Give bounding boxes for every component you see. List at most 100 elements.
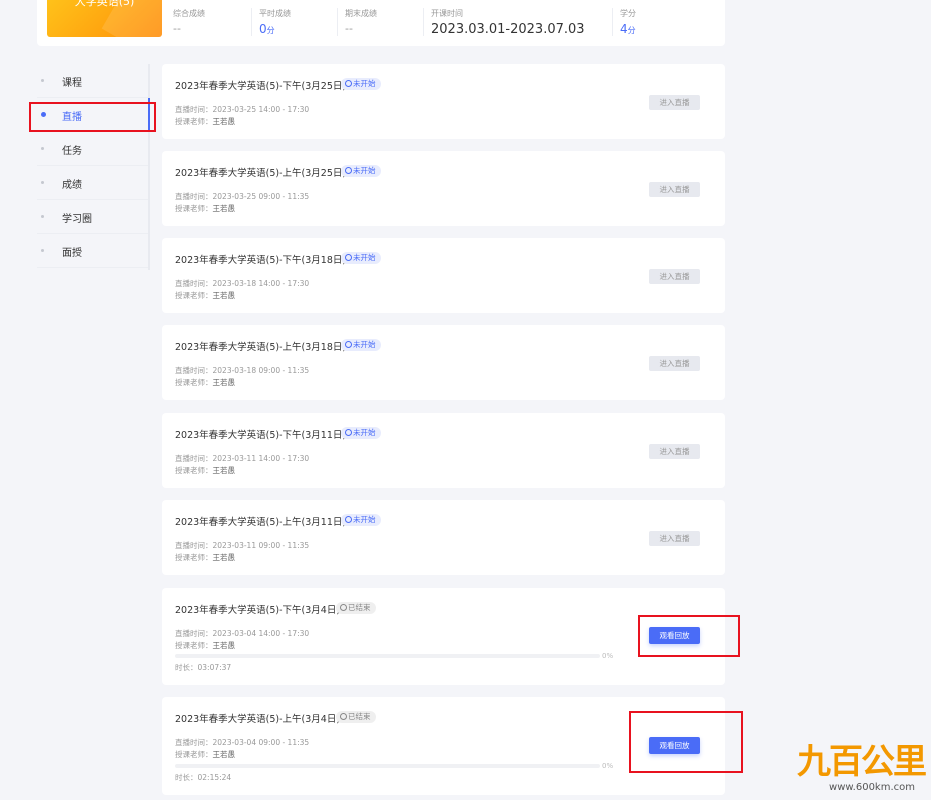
bullet-icon [41,181,44,184]
session-title: 2023年春季大学英语(5)-下午(3月11日) [175,430,347,441]
stat-label: 学分 [620,9,636,18]
clock-icon [345,341,352,348]
sidebar-item-label: 面授 [62,248,82,259]
watermark: 九百公里 www.600km.com [790,742,927,796]
session-title: 2023年春季大学英语(5)-上午(3月4日) [175,714,341,725]
highlight-box-replay [638,615,740,657]
stat-label: 平时成绩 [259,9,291,18]
session-time: 直播时间：2023-03-18 09:00 - 11:35 [175,366,310,375]
status-badge: 未开始 [341,339,381,351]
status-badge: 已结束 [336,711,376,723]
stat-final-score: 期末成绩 -- [345,8,377,36]
status-badge: 未开始 [341,427,381,439]
divider [423,8,424,36]
stat-value: -- [345,22,353,35]
stat-regular-score: 平时成绩 0分 [259,8,291,36]
stat-value: 0分 [259,22,275,36]
sidebar-item-tasks[interactable]: 任务 [37,132,148,166]
watermark-url: www.600km.com [829,782,915,793]
sidebar-item-face-to-face[interactable]: 面授 [37,234,148,268]
status-badge: 未开始 [341,78,381,90]
divider [251,8,252,36]
session-time: 直播时间：2023-03-25 14:00 - 17:30 [175,105,310,114]
status-badge: 未开始 [341,165,381,177]
live-session-card: 2023年春季大学英语(5)-下午(3月11日) 未开始 直播时间：2023-0… [162,413,725,488]
sidebar-item-label: 成绩 [62,180,82,191]
sidebar-item-grades[interactable]: 成绩 [37,166,148,200]
stat-label: 期末成绩 [345,9,377,18]
enter-live-button[interactable]: 进入直播 [649,531,700,546]
sidebar-item-label: 任务 [62,146,82,157]
sidebar-item-course[interactable]: 课程 [37,64,148,98]
course-info-card: 大学英语(5) 综合成绩 -- 平时成绩 0分 期末成绩 -- 开课时间 202… [37,0,725,46]
live-session-card: 2023年春季大学英语(5)-下午(3月25日) 未开始 直播时间：2023-0… [162,64,725,139]
sidebar-item-label: 学习圈 [62,214,92,225]
ended-icon [340,604,347,611]
clock-icon [345,429,352,436]
session-teacher: 授课老师：王若愚 [175,378,235,387]
course-cover-title: 大学英语(5) [74,0,135,8]
clock-icon [345,167,352,174]
stat-credits: 学分 4分 [620,8,636,36]
session-time: 直播时间：2023-03-25 09:00 - 11:35 [175,192,310,201]
stat-value: -- [173,22,181,35]
divider [337,8,338,36]
enter-live-button[interactable]: 进入直播 [649,95,700,110]
session-time: 直播时间：2023-03-11 09:00 - 11:35 [175,541,310,550]
live-session-card: 2023年春季大学英语(5)-上午(3月18日) 未开始 直播时间：2023-0… [162,325,725,400]
status-badge: 未开始 [341,514,381,526]
watermark-logo: 九百公里 [797,742,927,782]
progress-percent: 0% [602,762,614,770]
stat-label: 开课时间 [431,9,463,18]
session-time: 直播时间：2023-03-04 09:00 - 11:35 [175,738,310,747]
sidebar-nav: 课程 直播 任务 成绩 学习圈 面授 [37,64,150,270]
bullet-icon [41,215,44,218]
course-cover[interactable]: 大学英语(5) [47,0,162,37]
status-badge: 未开始 [341,252,381,264]
highlight-box-replay [629,711,743,773]
live-session-card: 2023年春季大学英语(5)-下午(3月18日) 未开始 直播时间：2023-0… [162,238,725,313]
session-teacher: 授课老师：王若愚 [175,641,235,650]
session-time: 直播时间：2023-03-11 14:00 - 17:30 [175,454,310,463]
session-title: 2023年春季大学英语(5)-上午(3月25日) [175,168,347,179]
session-teacher: 授课老师：王若愚 [175,553,235,562]
stat-value: 4分 [620,22,636,36]
session-title: 2023年春季大学英语(5)-上午(3月11日) [175,517,347,528]
enter-live-button[interactable]: 进入直播 [649,269,700,284]
session-teacher: 授课老师：王若愚 [175,204,235,213]
status-badge: 已结束 [336,602,376,614]
session-duration: 时长：03:07:37 [175,663,232,672]
divider [612,8,613,36]
bullet-icon [41,147,44,150]
clock-icon [345,254,352,261]
session-teacher: 授课老师：王若愚 [175,117,235,126]
enter-live-button[interactable]: 进入直播 [649,182,700,197]
session-teacher: 授课老师：王若愚 [175,466,235,475]
progress-percent: 0% [602,652,614,660]
clock-icon [345,516,352,523]
sidebar-item-label: 课程 [62,78,82,89]
highlight-box-live-nav [29,102,156,132]
session-teacher: 授课老师：王若愚 [175,291,235,300]
session-teacher: 授课老师：王若愚 [175,750,235,759]
ended-icon [340,713,347,720]
replay-progress-bar [175,764,600,768]
bullet-icon [41,249,44,252]
replay-progress-bar [175,654,600,658]
clock-icon [345,80,352,87]
bullet-icon [41,79,44,82]
live-session-card: 2023年春季大学英语(5)-上午(3月25日) 未开始 直播时间：2023-0… [162,151,725,226]
session-title: 2023年春季大学英语(5)-下午(3月4日) [175,605,341,616]
session-time: 直播时间：2023-03-18 14:00 - 17:30 [175,279,310,288]
stat-overall-score: 综合成绩 -- [173,8,205,36]
session-time: 直播时间：2023-03-04 14:00 - 17:30 [175,629,310,638]
enter-live-button[interactable]: 进入直播 [649,444,700,459]
stat-value: 2023.03.01-2023.07.03 [431,22,585,37]
stat-label: 综合成绩 [173,9,205,18]
stat-course-period: 开课时间 2023.03.01-2023.07.03 [431,8,585,37]
enter-live-button[interactable]: 进入直播 [649,356,700,371]
session-title: 2023年春季大学英语(5)-下午(3月18日) [175,255,347,266]
session-title: 2023年春季大学英语(5)-下午(3月25日) [175,81,347,92]
session-title: 2023年春季大学英语(5)-上午(3月18日) [175,342,347,353]
sidebar-item-study-circle[interactable]: 学习圈 [37,200,148,234]
